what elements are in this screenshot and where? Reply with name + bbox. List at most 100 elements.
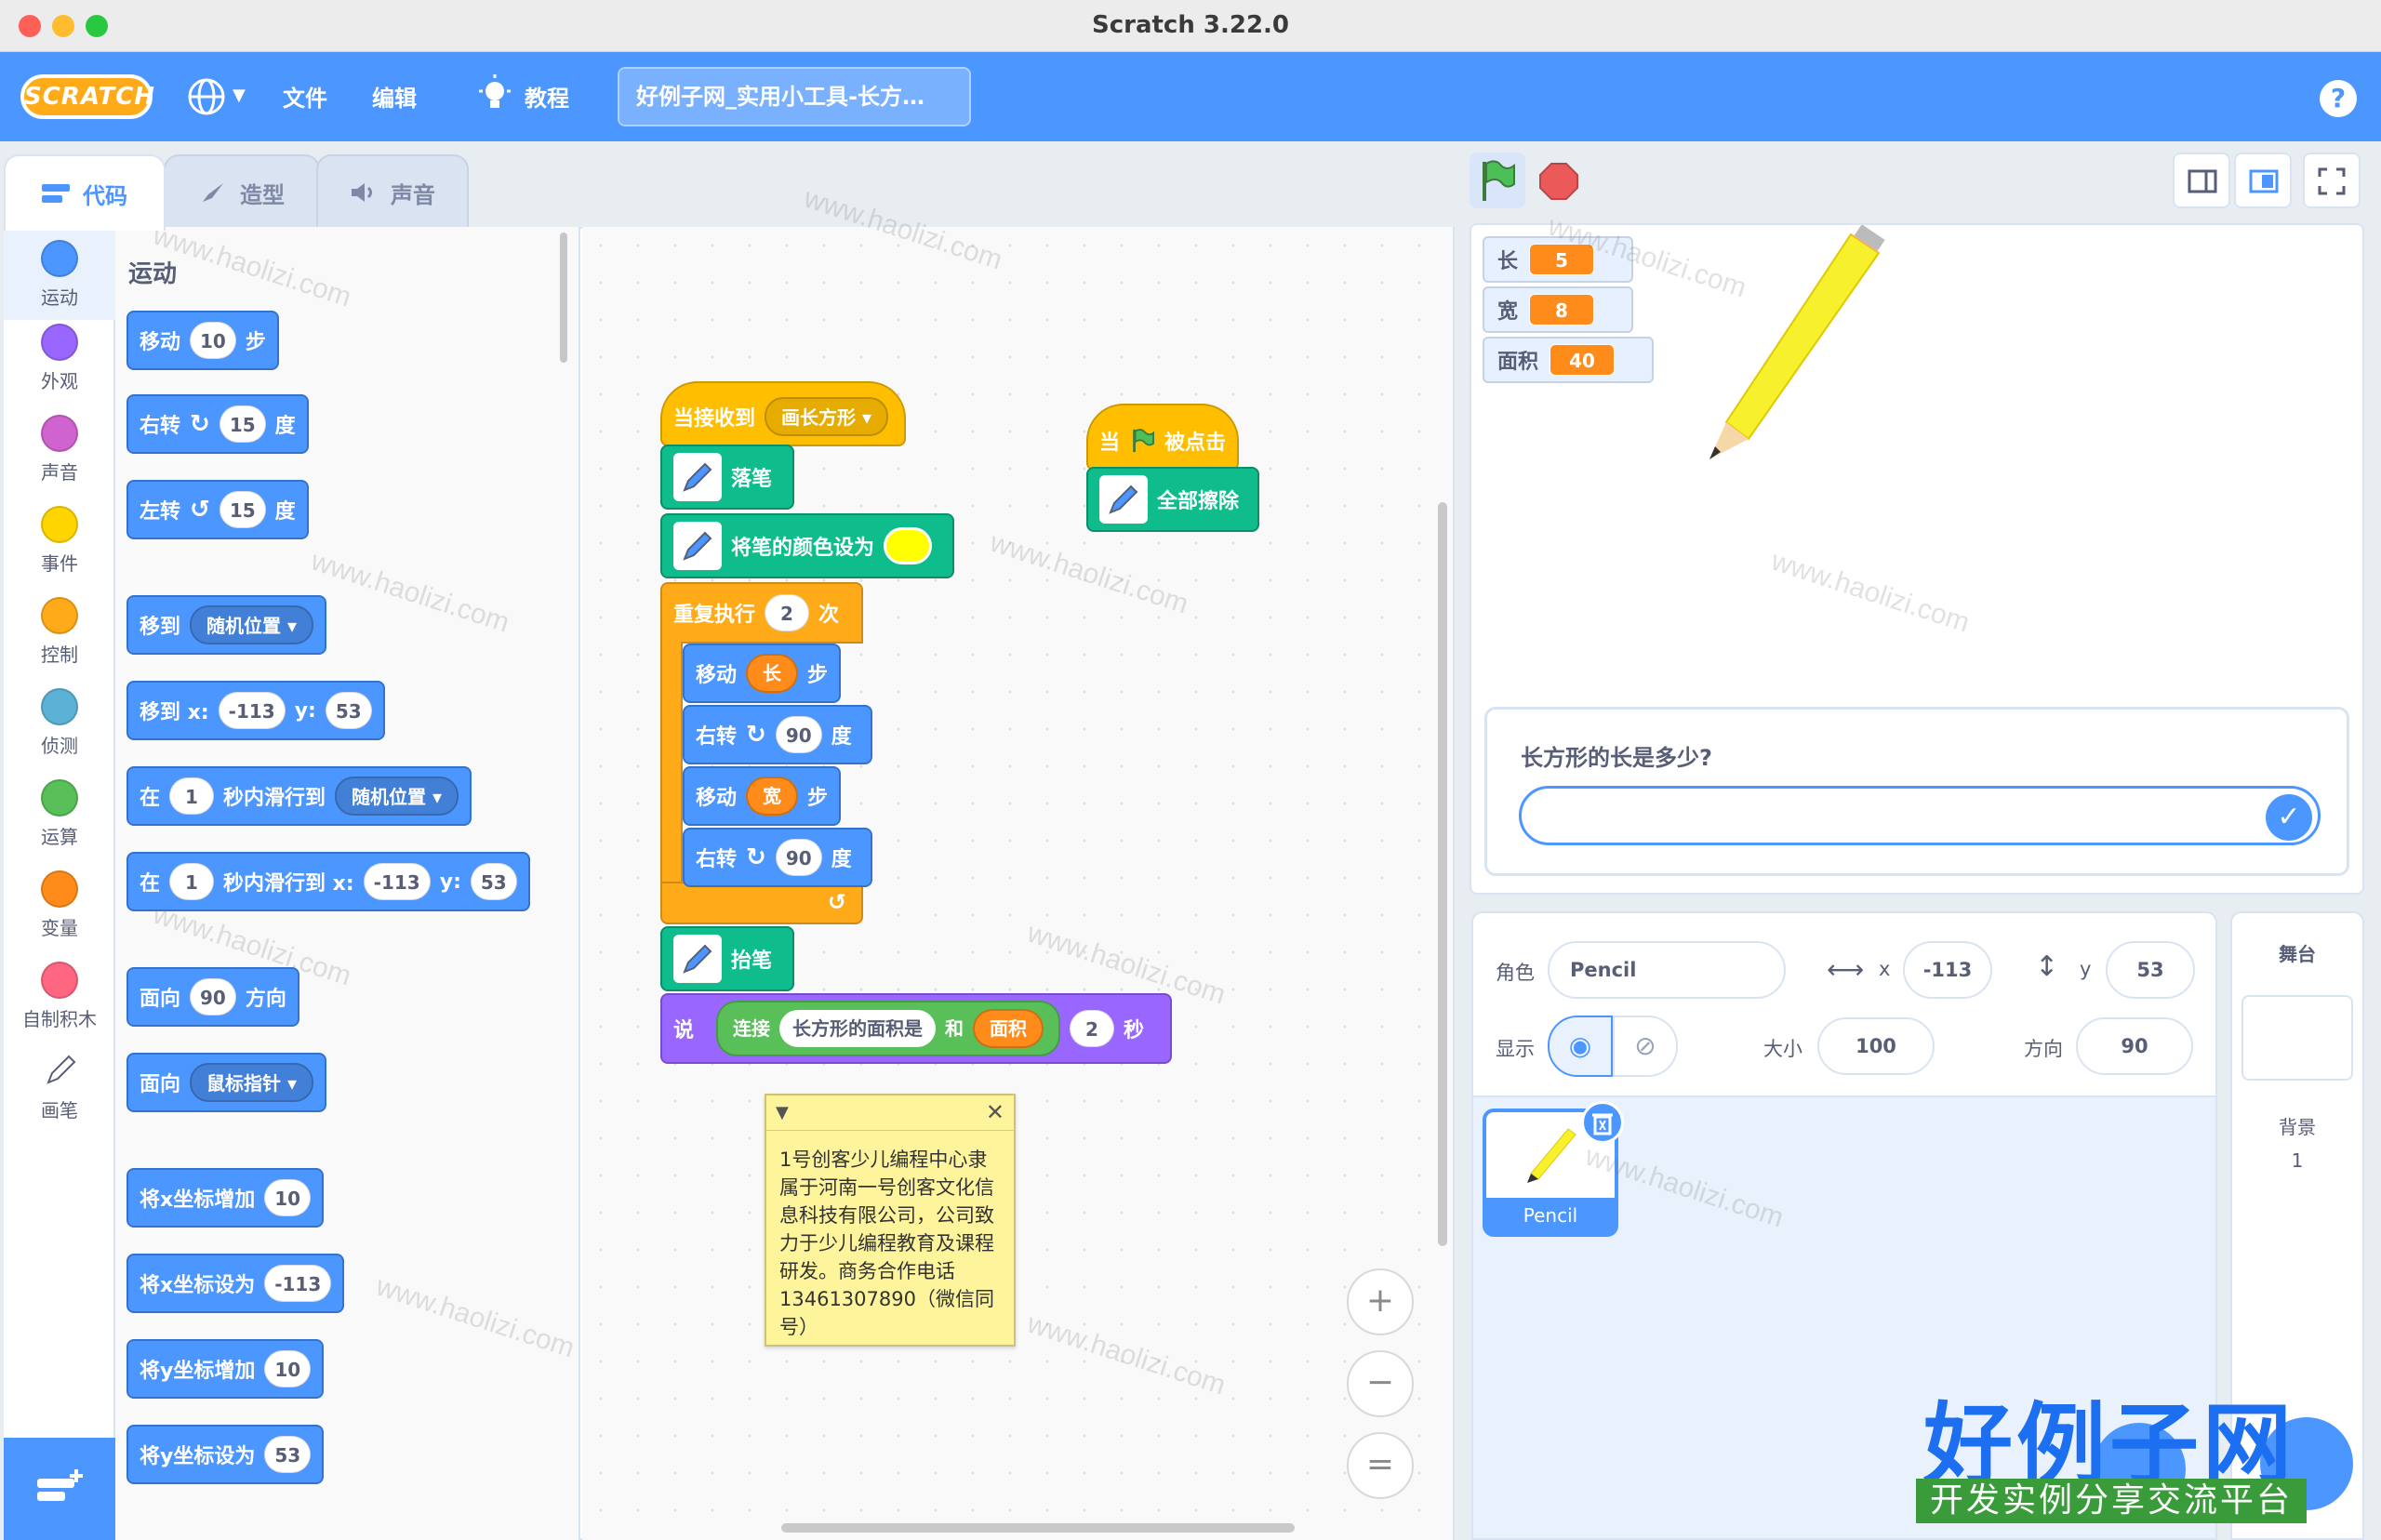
menu-edit[interactable]: 编辑 (372, 80, 417, 113)
green-flag-button[interactable] (1470, 153, 1525, 208)
small-stage-button[interactable] (2173, 153, 2230, 208)
sprite-size-input[interactable]: 100 (1817, 1017, 1935, 1075)
x-input[interactable]: -113 (218, 692, 286, 729)
seconds-input[interactable]: 1 (169, 863, 215, 900)
language-globe-icon[interactable] (186, 76, 227, 117)
number-input[interactable]: 53 (264, 1436, 312, 1473)
ask-answer-input[interactable]: ✓ (1519, 786, 2321, 845)
close-icon[interactable]: ✕ (986, 1099, 1004, 1125)
palette-block-move[interactable]: 移动 10 步 (126, 311, 279, 370)
variable-width-reporter[interactable]: 宽 (746, 777, 799, 816)
number-input[interactable]: 15 (219, 491, 266, 528)
target-dropdown[interactable]: 随机位置 (190, 605, 314, 644)
broadcast-dropdown[interactable]: 画长方形 (765, 397, 889, 436)
category-pen[interactable]: 画笔 (4, 1053, 115, 1122)
zoom-reset-button[interactable]: = (1347, 1432, 1414, 1499)
zoom-in-button[interactable]: + (1347, 1268, 1414, 1335)
pen-down-block[interactable]: 落笔 (660, 445, 794, 510)
sprite-y-input[interactable]: 53 (2106, 941, 2195, 999)
large-stage-button[interactable] (2234, 153, 2292, 208)
zoom-out-button[interactable]: − (1347, 1350, 1414, 1417)
category-sensing[interactable]: 侦测 (4, 688, 115, 758)
palette-block-point-direction[interactable]: 面向 90 方向 (126, 967, 299, 1027)
help-button[interactable]: ? (2320, 80, 2357, 117)
seconds-input[interactable]: 2 (1070, 1010, 1115, 1047)
project-title-input[interactable]: 好例子网_实用小工具-长方… (618, 67, 971, 126)
seconds-input[interactable]: 1 (169, 777, 215, 815)
set-pen-color-block[interactable]: 将笔的颜色设为 (660, 513, 954, 578)
palette-block-turn-left[interactable]: 左转 ↺ 15 度 (126, 480, 309, 539)
add-extension-button[interactable] (4, 1438, 115, 1540)
category-variables[interactable]: 变量 (4, 870, 115, 940)
palette-block-glide-xy[interactable]: 在 1 秒内滑行到 x: -113 y: 53 (126, 852, 530, 911)
turn-right-block[interactable]: 右转 ↻ 90 度 (683, 705, 872, 764)
degrees-input[interactable]: 90 (775, 839, 822, 876)
category-events[interactable]: 事件 (4, 506, 115, 576)
target-dropdown[interactable]: 鼠标指针 (190, 1063, 314, 1102)
delete-sprite-button[interactable] (1581, 1101, 1624, 1144)
scratch-logo[interactable]: SCRATCH (20, 74, 154, 119)
palette-block-glide[interactable]: 在 1 秒内滑行到 随机位置 (126, 766, 472, 826)
variable-monitor-length[interactable]: 长5 (1483, 236, 1633, 283)
y-input[interactable]: 53 (325, 692, 372, 729)
tab-sounds[interactable]: 声音 (316, 154, 469, 229)
collapse-triangle-icon[interactable]: ▼ (776, 1103, 789, 1122)
workspace-comment[interactable]: ▼ ✕ 1号创客少儿编程中心隶属于河南一号创客文化信息科技有限公司，公司致力于少… (765, 1094, 1016, 1347)
category-control[interactable]: 控制 (4, 597, 115, 667)
join-operator-reporter[interactable]: 连接 长方形的面积是 和 面积 (716, 1001, 1061, 1056)
category-my-blocks[interactable]: 自制积木 (4, 962, 115, 1031)
when-flag-clicked-hat-block[interactable]: 当被点击 (1086, 404, 1239, 471)
palette-scrollbar[interactable] (560, 232, 567, 363)
turn-right-block[interactable]: 右转 ↻ 90 度 (683, 828, 872, 887)
sprite-x-input[interactable]: -113 (1903, 941, 1992, 999)
pen-color-swatch[interactable] (884, 527, 933, 564)
variable-monitor-area[interactable]: 面积 40 (1483, 337, 1654, 383)
direction-input[interactable]: 90 (190, 978, 236, 1016)
tab-code[interactable]: 代码 (4, 154, 166, 231)
number-input[interactable]: 15 (219, 405, 266, 443)
palette-block-goto[interactable]: 移到 随机位置 (126, 595, 327, 655)
menu-file[interactable]: 文件 (283, 80, 327, 113)
palette-block-set-y[interactable]: 将y坐标设为 53 (126, 1425, 325, 1484)
submit-check-button[interactable]: ✓ (2266, 794, 2312, 841)
target-dropdown[interactable]: 随机位置 (335, 777, 459, 816)
number-input[interactable]: 10 (190, 322, 236, 359)
show-hidden-button[interactable]: ⊘ (1613, 1016, 1678, 1077)
sprite-direction-input[interactable]: 90 (2076, 1017, 2193, 1075)
category-operators[interactable]: 运算 (4, 779, 115, 849)
move-width-block[interactable]: 移动宽步 (683, 766, 841, 826)
comment-header[interactable]: ▼ ✕ (766, 1095, 1014, 1131)
sprite-name-input[interactable]: Pencil (1548, 941, 1786, 999)
x-input[interactable]: -113 (363, 863, 431, 900)
repeat-count-input[interactable]: 2 (765, 594, 810, 631)
palette-block-change-x[interactable]: 将x坐标增加 10 (126, 1168, 325, 1228)
palette-block-point-towards[interactable]: 面向 鼠标指针 (126, 1053, 327, 1112)
category-sound[interactable]: 声音 (4, 415, 115, 485)
number-input[interactable]: 10 (264, 1350, 312, 1387)
move-length-block[interactable]: 移动长步 (683, 644, 841, 703)
variable-area-reporter[interactable]: 面积 (973, 1009, 1044, 1048)
join-string-input[interactable]: 长方形的面积是 (779, 1010, 937, 1047)
fullscreen-button[interactable] (2303, 153, 2361, 208)
category-motion[interactable]: 运动 (4, 231, 115, 320)
stop-button[interactable] (1531, 153, 1587, 208)
lightbulb-icon[interactable] (476, 74, 513, 115)
workspace-horizontal-scrollbar[interactable] (781, 1523, 1295, 1533)
pencil-sprite[interactable] (1693, 225, 1907, 467)
tab-costumes[interactable]: 造型 (164, 154, 320, 229)
show-visible-button[interactable]: ◉ (1548, 1016, 1613, 1077)
number-input[interactable]: 10 (264, 1179, 312, 1216)
say-for-secs-block[interactable]: 说 连接 长方形的面积是 和 面积 2 秒 (660, 993, 1172, 1064)
comment-text[interactable]: 1号创客少儿编程中心隶属于河南一号创客文化信息科技有限公司，公司致力于少儿编程教… (766, 1131, 1014, 1345)
menu-tutorials[interactable]: 教程 (525, 80, 569, 113)
repeat-block[interactable]: 重复执行 2 次 (660, 582, 863, 644)
category-looks[interactable]: 外观 (4, 324, 115, 393)
stage-thumbnail[interactable] (2241, 995, 2353, 1081)
variable-monitor-width[interactable]: 宽8 (1483, 286, 1633, 333)
variable-length-reporter[interactable]: 长 (746, 654, 799, 693)
when-receive-hat-block[interactable]: 当接收到 画长方形 (660, 381, 906, 446)
degrees-input[interactable]: 90 (775, 716, 822, 753)
y-input[interactable]: 53 (470, 863, 517, 900)
workspace-vertical-scrollbar[interactable] (1438, 502, 1447, 1246)
palette-block-turn-right[interactable]: 右转 ↻ 15 度 (126, 394, 309, 454)
